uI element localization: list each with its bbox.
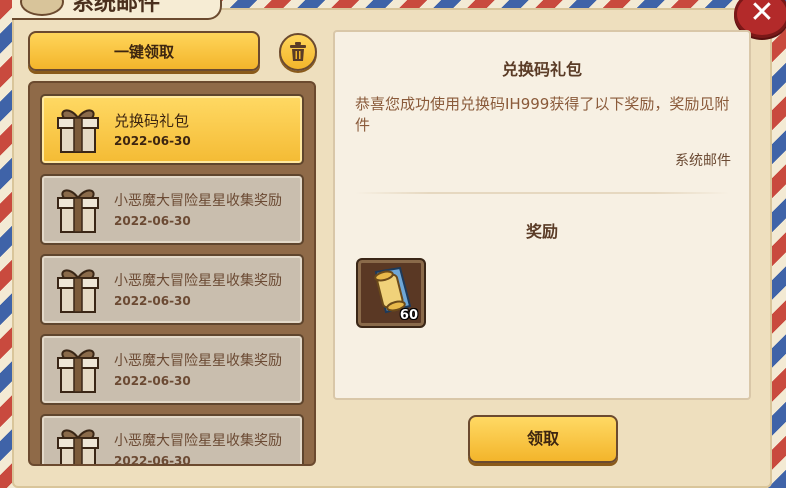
mail-item[interactable]: 小恶魔大冒险星星收集奖励 2022-06-30 — [40, 174, 304, 245]
gift-box-icon — [57, 349, 99, 393]
delete-button[interactable] — [279, 33, 317, 71]
reward-count: 60 — [399, 308, 418, 323]
mail-title: 小恶魔大冒险星星收集奖励 — [114, 273, 282, 289]
mail-date: 2022-06-30 — [114, 454, 191, 466]
mail-sender: 系统邮件 — [675, 153, 731, 169]
reward-heading: 奖励 — [525, 222, 558, 241]
window-title-tab: 系统邮件 — [12, 0, 222, 20]
claim-all-button[interactable]: 一键领取 — [28, 31, 260, 71]
mail-title: 兑换码礼包 — [114, 112, 190, 130]
mail-detail-body: 恭喜您成功使用兑换码IH999获得了以下奖励，奖励见附件 — [355, 95, 730, 134]
divider — [355, 192, 729, 194]
gift-box-icon — [57, 189, 99, 233]
claim-button[interactable]: 领取 — [468, 415, 618, 463]
envelope-icon — [20, 0, 64, 16]
mail-item[interactable]: 小恶魔大冒险星星收集奖励 2022-06-30 — [40, 254, 304, 325]
mail-title: 小恶魔大冒险星星收集奖励 — [114, 193, 282, 209]
mail-title: 小恶魔大冒险星星收集奖励 — [114, 433, 282, 449]
mail-item[interactable]: 兑换码礼包 2022-06-30 — [40, 94, 304, 165]
mail-title: 小恶魔大冒险星星收集奖励 — [114, 353, 282, 369]
mail-item[interactable]: 小恶魔大冒险星星收集奖励 2022-06-30 — [40, 414, 304, 466]
mail-date: 2022-06-30 — [114, 294, 191, 308]
gift-box-icon — [57, 429, 99, 464]
mail-date: 2022-06-30 — [114, 214, 191, 228]
mail-date: 2022-06-30 — [114, 134, 191, 148]
reward-item-slot[interactable]: 60 — [356, 258, 426, 328]
mail-list[interactable]: 兑换码礼包 2022-06-30 小恶魔大冒险星星收集奖励 2022-06-30… — [28, 81, 316, 466]
trash-icon — [290, 42, 306, 61]
gift-box-icon — [57, 269, 99, 313]
close-icon: ✕ — [749, 0, 775, 30]
gift-box-icon — [57, 109, 99, 153]
mail-date: 2022-06-30 — [114, 374, 191, 388]
window-title: 系统邮件 — [72, 0, 161, 16]
mail-item[interactable]: 小恶魔大冒险星星收集奖励 2022-06-30 — [40, 334, 304, 405]
mail-detail-title: 兑换码礼包 — [501, 60, 582, 79]
mail-detail-panel: 兑换码礼包 恭喜您成功使用兑换码IH999获得了以下奖励，奖励见附件 系统邮件 … — [333, 30, 751, 400]
